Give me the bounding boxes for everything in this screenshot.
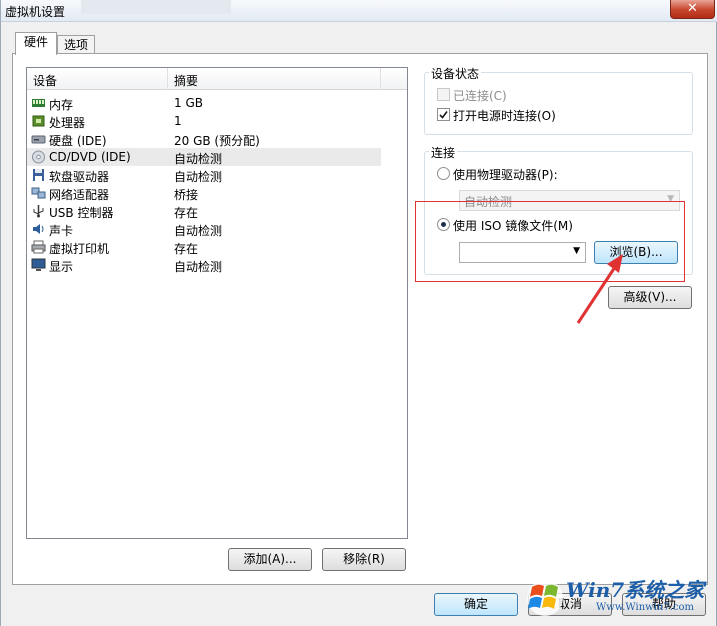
device-row[interactable]: 硬盘 (IDE) 20 GB (预分配) (27, 130, 381, 148)
title-bar-background-ghost (81, 0, 231, 14)
device-name: 内存 (49, 98, 74, 112)
sound-card-icon (33, 224, 44, 234)
connect-on-power-checkbox[interactable] (437, 108, 450, 121)
connection-title: 连接 (429, 144, 458, 161)
connected-checkbox[interactable] (437, 88, 450, 101)
usb-icon (33, 205, 44, 218)
column-separator[interactable] (167, 68, 168, 90)
cd-dvd-icon (32, 150, 45, 164)
ok-button[interactable]: 确定 (434, 593, 518, 616)
window-title: 虚拟机设置 (5, 5, 66, 19)
device-name: 显示 (49, 260, 74, 274)
floppy-icon (33, 169, 44, 181)
device-summary: 1 (174, 114, 182, 128)
annotation-highlight-box (415, 201, 685, 282)
display-icon (31, 258, 46, 271)
device-summary: 1 GB (174, 96, 203, 110)
device-summary: 20 GB (预分配) (174, 134, 260, 148)
annotation-arrow-icon (576, 254, 623, 324)
device-status-title: 设备状态 (429, 65, 482, 82)
device-summary: 存在 (174, 242, 199, 256)
physical-drive-label: 使用物理驱动器(P): (453, 168, 558, 182)
device-row[interactable]: 软盘驱动器 自动检测 (27, 166, 381, 184)
device-row[interactable]: 网络适配器 桥接 (27, 184, 381, 202)
device-row[interactable]: USB 控制器 存在 (27, 202, 381, 220)
remove-device-button[interactable]: 移除(R) (322, 548, 406, 571)
device-row[interactable]: CD/DVD (IDE) 自动检测 (27, 148, 381, 166)
add-device-button[interactable]: 添加(A)... (228, 548, 312, 571)
device-name: 声卡 (49, 224, 74, 238)
device-summary: 自动检测 (174, 170, 223, 184)
device-name: USB 控制器 (49, 206, 114, 220)
watermark-url: Www.Winwin7.com (596, 602, 694, 613)
device-name: 网络适配器 (49, 188, 110, 202)
column-header-summary[interactable]: 摘要 (174, 72, 198, 89)
list-header: 设备 摘要 (27, 68, 407, 90)
memory-icon (32, 99, 45, 107)
tab-hardware-label: 硬件 (23, 35, 48, 49)
close-button[interactable]: ✕ (670, 0, 715, 19)
device-summary: 存在 (174, 206, 199, 220)
device-row[interactable]: 处理器 1 (27, 112, 381, 130)
device-name: 处理器 (49, 116, 86, 130)
tab-options[interactable]: 选项 (57, 35, 95, 55)
device-list[interactable]: 设备 摘要 内存 1 GB 处理器 1 硬盘 (IDE) 20 GB (预分配) CD/DV… (26, 67, 408, 539)
device-summary: 自动检测 (174, 224, 223, 238)
column-separator[interactable] (380, 68, 381, 90)
printer-icon (31, 240, 46, 254)
device-name: 硬盘 (IDE) (49, 134, 107, 148)
connect-on-power-label: 打开电源时连接(O) (453, 109, 556, 123)
checkmark-icon (439, 111, 448, 119)
processor-icon (32, 115, 45, 127)
device-name: CD/DVD (IDE) (49, 150, 131, 164)
title-bar[interactable]: 虚拟机设置 ✕ (1, 0, 717, 22)
close-icon: ✕ (687, 1, 698, 16)
network-adapter-icon (31, 187, 46, 199)
hard-disk-icon (31, 135, 46, 144)
device-summary: 自动检测 (174, 152, 223, 166)
device-summary: 桥接 (174, 188, 199, 202)
watermark-brand: Win7系统之家 (566, 578, 705, 602)
device-row[interactable]: 虚拟打印机 存在 (27, 238, 381, 256)
device-row[interactable]: 显示 自动检测 (27, 256, 381, 274)
tab-hardware[interactable]: 硬件 (15, 32, 57, 55)
device-name: 软盘驱动器 (49, 170, 110, 184)
watermark-logo: Win7系统之家 Www.Winwin7.com (524, 571, 714, 623)
device-summary: 自动检测 (174, 260, 223, 274)
connected-label: 已连接(C) (453, 89, 507, 103)
tab-options-label: 选项 (63, 38, 88, 52)
device-row[interactable]: 声卡 自动检测 (27, 220, 381, 238)
device-row[interactable]: 内存 1 GB (27, 94, 381, 112)
physical-drive-radio[interactable] (437, 167, 450, 180)
column-header-device[interactable]: 设备 (33, 72, 57, 89)
device-name: 虚拟打印机 (49, 242, 110, 256)
dialog-window: 虚拟机设置 ✕ 硬件 选项 设备 摘要 内存 1 GB 处理器 1 硬盘 (IDE) 20… (0, 0, 717, 626)
